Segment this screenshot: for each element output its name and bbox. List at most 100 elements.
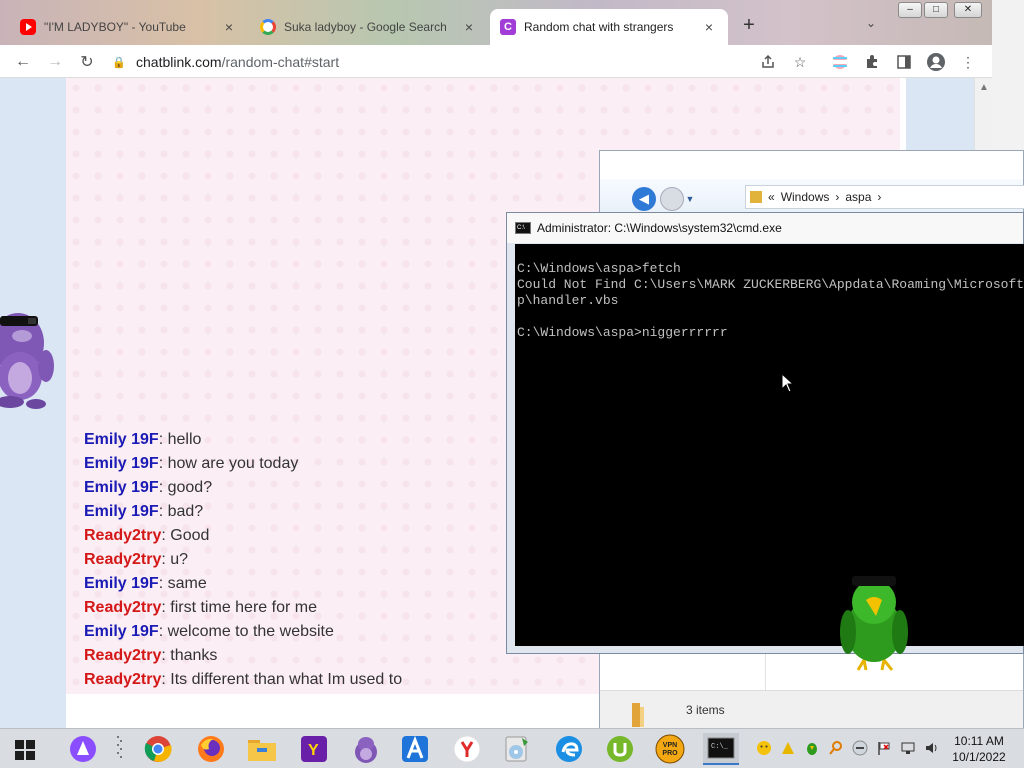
minimize-button[interactable]: –	[898, 2, 922, 18]
back-arrow-icon[interactable]: ◀	[632, 187, 656, 211]
close-tab-icon[interactable]: ×	[700, 19, 718, 35]
close-tab-icon[interactable]: ×	[460, 19, 478, 35]
profile-avatar-icon[interactable]	[926, 52, 946, 72]
tab-random-chat[interactable]: C Random chat with strangers ×	[490, 9, 728, 45]
lock-icon: 🔒	[112, 56, 126, 69]
yahoo-messenger-icon[interactable]: Y	[297, 733, 331, 765]
cmd-taskbar-icon[interactable]: C:\_	[703, 733, 739, 765]
windows-start-icon[interactable]	[14, 739, 36, 761]
chat-text: : bad?	[158, 503, 204, 520]
url-host: chatblink.com	[136, 54, 222, 70]
maximize-button[interactable]: □	[924, 2, 948, 18]
chat-username: Ready2try	[84, 599, 162, 616]
chat-message: Ready2try: u?	[84, 548, 402, 572]
tray-search-icon[interactable]	[828, 740, 844, 756]
youtube-icon	[20, 19, 36, 35]
svg-text:C:\_: C:\_	[711, 743, 729, 751]
cmd-title-bar[interactable]: C:\ Administrator: C:\Windows\system32\c…	[507, 213, 1023, 243]
breadcrumb[interactable]: « Windows › aspa ›	[745, 185, 1024, 209]
side-panel-icon[interactable]	[894, 52, 914, 72]
bonzi-taskbar-icon[interactable]	[349, 733, 383, 765]
chrome-taskbar-icon[interactable]	[141, 733, 175, 765]
chat-message: Emily 19F: how are you today	[84, 452, 402, 476]
chat-text: : u?	[161, 551, 189, 568]
taskbar-gripper-icon	[112, 733, 128, 765]
tray-minus-icon[interactable]	[852, 740, 868, 756]
back-icon[interactable]: ←	[12, 51, 34, 73]
close-tab-icon[interactable]: ×	[220, 19, 238, 35]
system-clock[interactable]: 10:11 AM 10/1/2022	[950, 733, 1008, 765]
clock-time: 10:11 AM	[954, 734, 1004, 748]
chat-message: Emily 19F: same	[84, 572, 402, 596]
chat-message: Ready2try: thanks	[84, 644, 402, 668]
tab-google-search[interactable]: Suka ladyboy - Google Search ×	[250, 9, 488, 45]
console-line: C:\Windows\aspa>fetch	[517, 261, 681, 276]
chat-message: Emily 19F: welcome to the website	[84, 620, 402, 644]
tray-app-icon[interactable]	[780, 740, 796, 756]
chat-message: Ready2try: Its different than what Im us…	[84, 668, 402, 692]
chat-username: Emily 19F	[84, 503, 159, 520]
browser-toolbar: ← → ↻ 🔒 chatblink.com/random-chat#start …	[0, 45, 992, 78]
yandex-browser-icon[interactable]	[450, 733, 484, 765]
vpn-label-pro: PRO	[662, 750, 678, 757]
chat-text: : how are you today	[158, 455, 299, 472]
tray-flag-icon[interactable]	[876, 740, 892, 756]
chat-text: : hello	[158, 431, 202, 448]
breadcrumb-aspa[interactable]: aspa	[845, 190, 871, 204]
firefox-taskbar-icon[interactable]	[194, 733, 228, 765]
tray-volume-icon[interactable]	[924, 740, 940, 756]
console-line: Could Not Find C:\Users\MARK ZUCKERBERG\…	[517, 277, 1024, 292]
tab-youtube[interactable]: "I'M LADYBOY" - YouTube ×	[10, 9, 248, 45]
chat-username: Emily 19F	[84, 575, 159, 592]
tray-bird-icon[interactable]	[804, 740, 820, 756]
share-icon[interactable]	[758, 52, 778, 72]
tab-search-chevron-icon[interactable]: ⌄	[866, 16, 876, 30]
breadcrumb-separator: ›	[877, 190, 882, 204]
file-explorer-taskbar-icon[interactable]	[245, 733, 279, 765]
tab-title: "I'M LADYBOY" - YouTube	[44, 20, 186, 34]
chat-text: : same	[158, 575, 207, 592]
breadcrumb-windows[interactable]: Windows	[781, 190, 830, 204]
app-a-taskbar-icon[interactable]	[398, 733, 432, 765]
chat-username: Ready2try	[84, 551, 162, 568]
extension-flag-icon[interactable]	[830, 52, 850, 72]
cmd-console[interactable]: C:\Windows\aspa>fetch Could Not Find C:\…	[515, 244, 1024, 646]
taskbar: Y VPN PRO C:\_ 10:11 AM 10/1/2022	[0, 728, 1024, 768]
tab-title: Suka ladyboy - Google Search	[284, 20, 447, 34]
reload-icon[interactable]: ↻	[76, 51, 98, 73]
chat-message: Emily 19F: good?	[84, 476, 402, 500]
chat-username: Emily 19F	[84, 455, 159, 472]
edge-browser-icon[interactable]	[552, 733, 586, 765]
cortana-icon[interactable]	[66, 733, 100, 765]
console-line: C:\Windows\aspa>niggerrrrrr	[517, 325, 728, 340]
chat-text: : welcome to the website	[158, 623, 334, 640]
breadcrumb-overflow[interactable]: «	[768, 190, 775, 204]
vpn-pro-icon[interactable]: VPN PRO	[653, 733, 687, 765]
chat-username: Emily 19F	[84, 623, 159, 640]
close-window-button[interactable]: ✕	[954, 2, 982, 18]
address-bar[interactable]: 🔒 chatblink.com/random-chat#start	[112, 49, 816, 75]
chat-text: : Good	[161, 527, 210, 544]
recent-dropdown-icon[interactable]: ▼	[684, 187, 696, 211]
forward-arrow-icon[interactable]	[660, 187, 684, 211]
tray-emoji-icon[interactable]	[756, 740, 772, 756]
console-line: p\handler.vbs	[517, 293, 619, 308]
new-tab-button[interactable]: +	[738, 14, 760, 37]
chat-message: Ready2try: first time here for me	[84, 596, 402, 620]
bonzi-buddy-icon	[0, 313, 54, 409]
chat-username: Ready2try	[84, 671, 162, 688]
chat-text: : first time here for me	[161, 599, 317, 616]
chat-username: Ready2try	[84, 647, 162, 664]
mouse-cursor-icon	[781, 373, 795, 393]
browser-menu-icon[interactable]: ⋮	[958, 52, 978, 72]
media-player-icon[interactable]	[500, 733, 534, 765]
scroll-up-icon[interactable]: ▲	[979, 82, 989, 93]
forward-icon[interactable]: →	[44, 51, 66, 73]
tray-network-icon[interactable]	[900, 740, 916, 756]
utorrent-icon[interactable]	[603, 733, 637, 765]
chatblink-icon: C	[500, 19, 516, 35]
extensions-puzzle-icon[interactable]	[862, 52, 882, 72]
chat-text: : thanks	[161, 647, 218, 664]
bookmark-star-icon[interactable]: ☆	[790, 52, 810, 72]
